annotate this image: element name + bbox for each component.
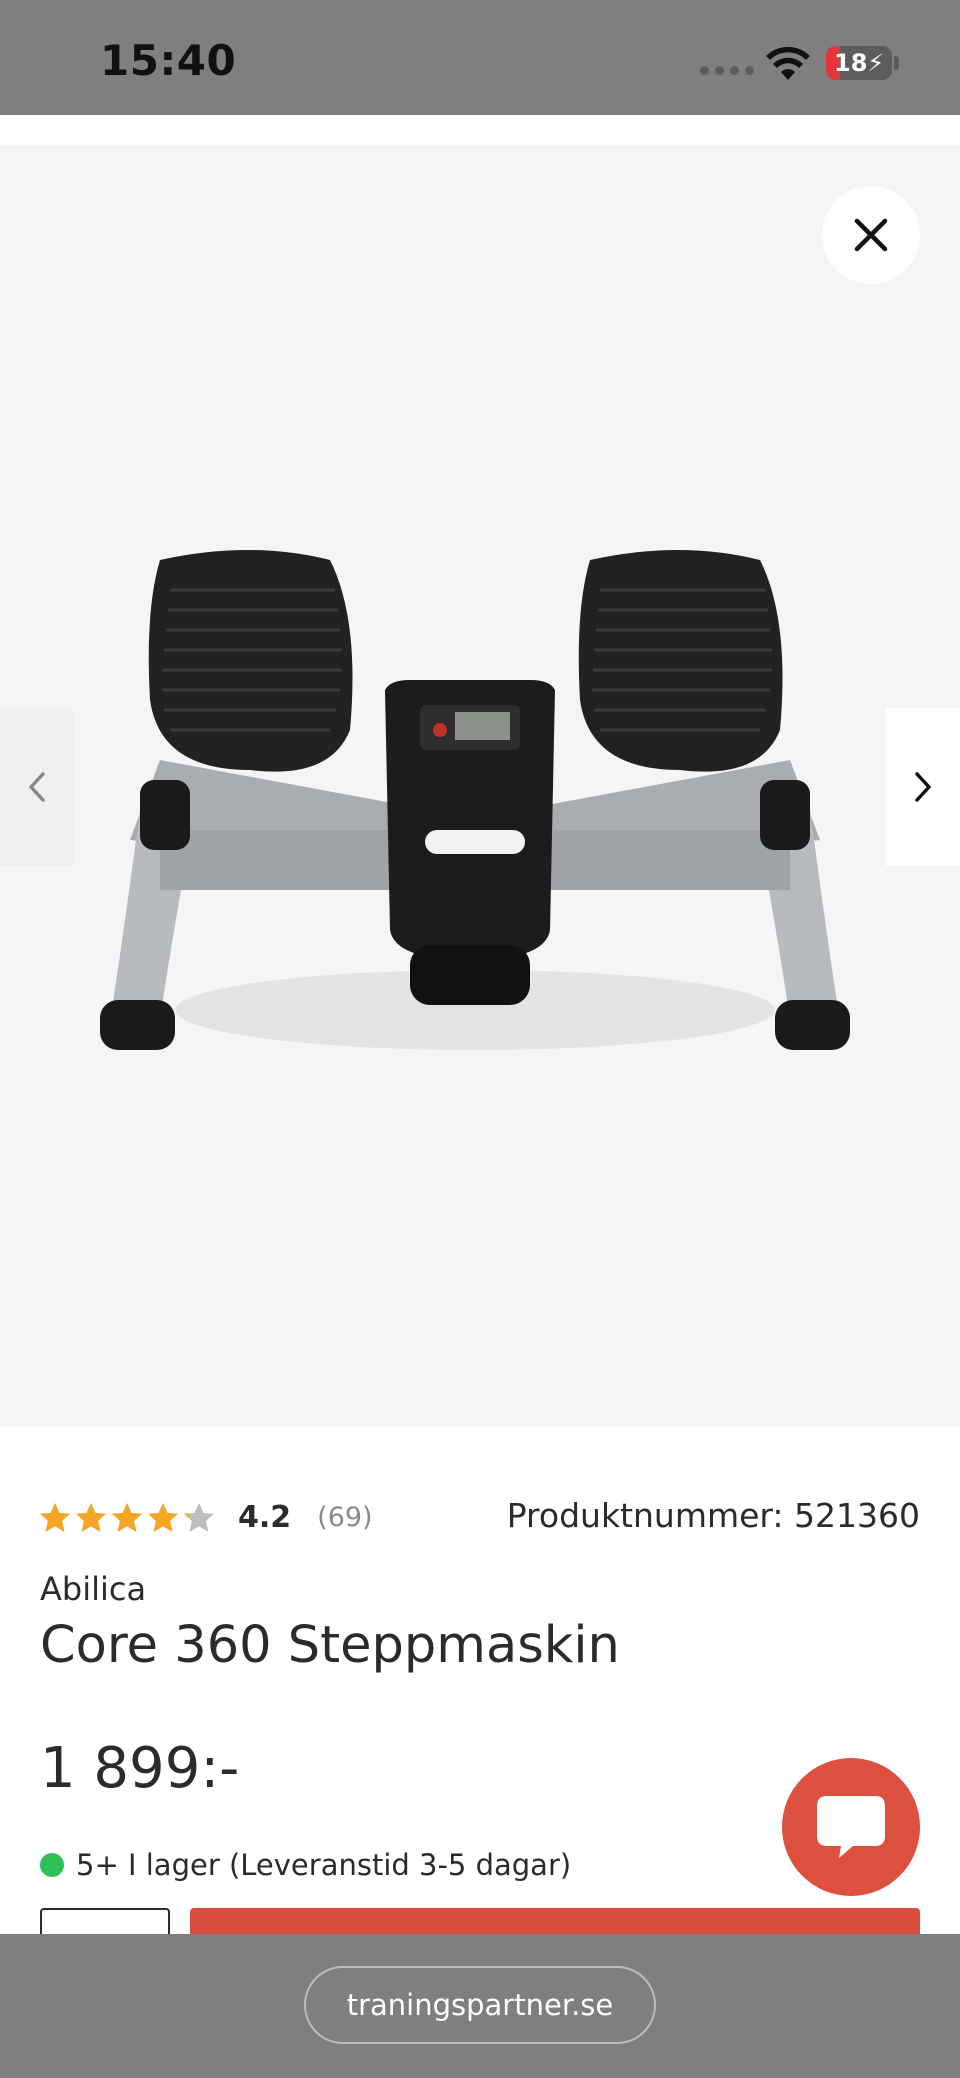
product-price: 1 899:-: [40, 1736, 240, 1801]
rating-stars: [38, 1501, 216, 1535]
previous-image-button[interactable]: [0, 708, 74, 866]
next-image-button[interactable]: [886, 708, 960, 866]
star-icon: [148, 1502, 178, 1532]
chat-bubble-icon: [817, 1796, 885, 1858]
product-brand[interactable]: Abilica: [40, 1570, 146, 1608]
close-button[interactable]: [822, 186, 920, 284]
battery-icon: 18⚡: [826, 46, 892, 80]
chevron-left-icon: [29, 772, 45, 802]
review-count[interactable]: (69): [317, 1502, 372, 1533]
status-time: 15:40: [100, 36, 237, 85]
battery-level: 18: [834, 49, 868, 77]
status-bar: 15:40 18⚡: [0, 0, 960, 115]
stock-status: 5+ I lager (Leveranstid 3-5 dagar): [40, 1848, 571, 1882]
product-rating[interactable]: 4.2 (69): [38, 1500, 373, 1535]
stock-indicator-icon: [40, 1853, 64, 1877]
chevron-right-icon: [915, 772, 931, 802]
product-number: Produktnummer: 521360: [506, 1496, 920, 1535]
star-icon: [112, 1502, 142, 1532]
close-icon: [854, 218, 888, 252]
star-icon: [40, 1502, 70, 1532]
chat-button[interactable]: [782, 1758, 920, 1896]
product-title: Core 360 Steppmaskin: [40, 1616, 620, 1675]
cellular-signal-icon: [700, 66, 754, 75]
star-icon: [184, 1502, 214, 1532]
wifi-icon: [766, 46, 810, 80]
address-bar[interactable]: traningspartner.se: [304, 1966, 656, 2044]
star-icon: [76, 1502, 106, 1532]
rating-value: 4.2: [238, 1500, 292, 1535]
product-image: [100, 550, 850, 1050]
stock-text: 5+ I lager (Leveranstid 3-5 dagar): [76, 1848, 572, 1882]
